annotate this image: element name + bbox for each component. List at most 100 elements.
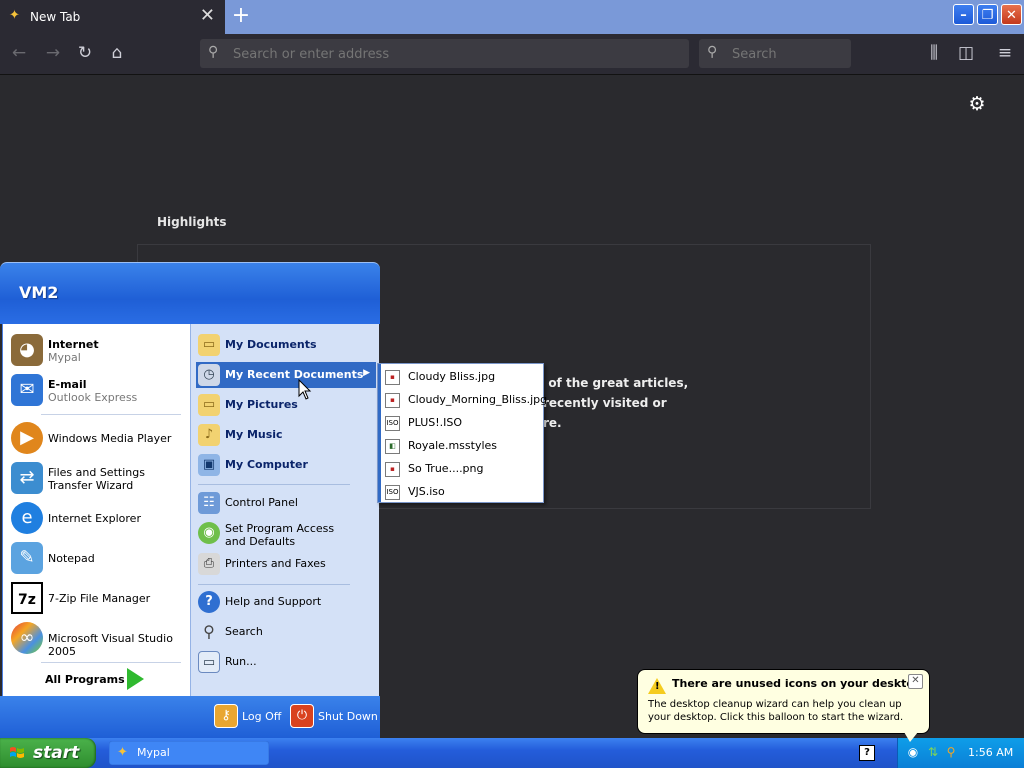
start-item-control-panel[interactable]: ☷ Control Panel xyxy=(196,490,376,516)
search-icon: ⚲ xyxy=(208,44,219,60)
search-bar[interactable]: ⚲ xyxy=(699,39,851,68)
cleanup-tray-icon[interactable]: ◉ xyxy=(906,745,920,759)
start-item-help-support[interactable]: ? Help and Support xyxy=(196,589,376,615)
shut-down-button[interactable]: ⏻ Shut Down xyxy=(290,704,378,730)
submenu-arrow-icon: ▶ xyxy=(363,368,370,378)
restore-button[interactable]: ❐ xyxy=(977,4,998,25)
close-window-button[interactable]: ✕ xyxy=(1001,4,1022,25)
reload-icon[interactable]: ↻ xyxy=(75,43,95,63)
start-item-label: My Music xyxy=(225,428,283,441)
start-item-my-documents[interactable]: ▭ My Documents xyxy=(196,332,376,358)
menu-icon[interactable]: ≡ xyxy=(995,43,1015,63)
start-item-label: Internet xyxy=(48,338,99,351)
notification-balloon[interactable]: ! There are unused icons on your desktop… xyxy=(637,669,930,742)
recent-documents-menu: ▪ Cloudy Bliss.jpg ▪ Cloudy_Morning_Blis… xyxy=(377,363,547,503)
start-item-my-pictures[interactable]: ▭ My Pictures xyxy=(196,392,376,418)
forward-icon[interactable]: → xyxy=(43,43,63,63)
music-folder-icon: ♪ xyxy=(198,424,220,446)
minimize-button[interactable]: – xyxy=(953,4,974,25)
iso-file-icon: ISO xyxy=(385,485,400,500)
gear-icon[interactable]: ⚙ xyxy=(967,94,987,114)
start-label: start xyxy=(33,743,80,763)
start-item-label: Internet Explorer xyxy=(48,512,141,525)
back-icon[interactable]: ← xyxy=(9,43,29,63)
start-item-label: Printers and Faxes xyxy=(225,557,326,570)
start-button[interactable]: start xyxy=(0,738,96,768)
tab-new-tab[interactable]: ✦ New Tab ✕ xyxy=(0,0,225,34)
recent-doc-name: Cloudy Bliss.jpg xyxy=(408,370,496,383)
start-item-printers[interactable]: ⎙ Printers and Faxes xyxy=(196,551,376,577)
recent-doc-item[interactable]: ◧ Royale.msstyles xyxy=(385,434,540,457)
start-item-7zip[interactable]: 7z 7-Zip File Manager xyxy=(9,582,189,616)
recent-doc-item[interactable]: ▪ So True....png xyxy=(385,457,540,480)
library-icon[interactable]: ⫼ xyxy=(924,43,944,63)
new-tab-button[interactable]: + xyxy=(230,5,252,27)
7zip-icon: 7z xyxy=(11,582,43,614)
network-tray-icon[interactable]: ⇅ xyxy=(926,745,940,759)
recent-doc-item[interactable]: ISO PLUS!.ISO xyxy=(385,411,540,434)
taskbar-item-mypal[interactable]: ✦ Mypal xyxy=(109,741,269,765)
start-item-run[interactable]: ▭ Run... xyxy=(196,649,376,675)
iso-file-icon: ISO xyxy=(385,416,400,431)
program-access-icon: ◉ xyxy=(198,522,220,544)
balloon-body: The desktop cleanup wizard can help you … xyxy=(648,699,904,723)
highlights-empty-text: re. xyxy=(543,416,562,430)
log-off-button[interactable]: ⚷ Log Off xyxy=(214,704,284,730)
mouse-cursor-icon xyxy=(298,379,312,400)
start-item-visual-studio[interactable]: ∞ Microsoft Visual Studio 2005 xyxy=(9,622,189,658)
email-icon: ✉ xyxy=(11,374,43,406)
start-item-search[interactable]: ⚲ Search xyxy=(196,619,376,645)
search-icon: ⚲ xyxy=(203,622,215,641)
recent-doc-name: Royale.msstyles xyxy=(408,439,498,452)
start-menu-left-pane: ◕ Internet Mypal ✉ E-mail Outlook Expres… xyxy=(2,324,191,696)
balloon-close-icon[interactable]: ✕ xyxy=(908,674,923,689)
all-programs-arrow-icon[interactable] xyxy=(127,668,144,690)
search-tray-icon[interactable]: ⚲ xyxy=(944,745,958,759)
recent-documents-icon: ◷ xyxy=(198,364,220,386)
recent-doc-item[interactable]: ISO VJS.iso xyxy=(385,480,540,503)
tab-close-icon[interactable]: ✕ xyxy=(200,7,215,25)
start-item-my-music[interactable]: ♪ My Music xyxy=(196,422,376,448)
start-item-label: Run... xyxy=(225,655,257,668)
computer-icon: ▣ xyxy=(198,454,220,476)
address-bar[interactable]: ⚲ xyxy=(200,39,689,68)
start-item-transfer-wizard[interactable]: ⇄ Files and Settings Transfer Wizard xyxy=(9,462,189,496)
start-item-label: Microsoft Visual Studio 2005 xyxy=(48,632,173,658)
power-icon: ⏻ xyxy=(290,704,314,728)
highlights-title: Highlights xyxy=(157,215,227,229)
start-item-notepad[interactable]: ✎ Notepad xyxy=(9,542,189,576)
start-item-label: Set Program Access and Defaults xyxy=(225,522,335,548)
start-item-my-computer[interactable]: ▣ My Computer xyxy=(196,452,376,478)
start-item-media-player[interactable]: ▶ Windows Media Player xyxy=(9,422,189,456)
ie-icon: e xyxy=(11,502,43,534)
balloon-title: There are unused icons on your desktop xyxy=(672,677,922,690)
recent-doc-item[interactable]: ▪ Cloudy_Morning_Bliss.jpg xyxy=(385,388,547,411)
printer-icon: ⎙ xyxy=(198,553,220,575)
start-item-label: My Recent Documents xyxy=(225,368,364,381)
help-tray-icon[interactable]: ? xyxy=(859,745,875,761)
start-item-label: Help and Support xyxy=(225,595,322,608)
menu-strip xyxy=(378,364,381,502)
start-item-label: Control Panel xyxy=(225,496,298,509)
search-icon: ⚲ xyxy=(707,44,718,60)
start-item-label: My Documents xyxy=(225,338,317,351)
home-icon[interactable]: ⌂ xyxy=(107,43,127,63)
search-input[interactable] xyxy=(730,44,844,64)
address-input[interactable] xyxy=(231,44,675,64)
start-item-email[interactable]: ✉ E-mail Outlook Express xyxy=(9,374,189,408)
start-item-sublabel: Outlook Express xyxy=(48,391,138,404)
pictures-folder-icon: ▭ xyxy=(198,394,220,416)
separator xyxy=(41,662,181,663)
theme-file-icon: ◧ xyxy=(385,439,400,454)
sidebar-icon[interactable]: ◫ xyxy=(956,43,976,63)
start-item-label: Windows Media Player xyxy=(48,432,172,445)
recent-doc-item[interactable]: ▪ Cloudy Bliss.jpg xyxy=(385,365,540,388)
all-programs-button[interactable]: All Programs xyxy=(45,673,125,686)
recent-doc-name: VJS.iso xyxy=(408,485,445,498)
start-item-my-recent-documents[interactable]: ◷ My Recent Documents ▶ xyxy=(196,362,376,388)
start-item-internet[interactable]: ◕ Internet Mypal xyxy=(9,334,189,368)
start-item-internet-explorer[interactable]: e Internet Explorer xyxy=(9,502,189,536)
start-item-program-access[interactable]: ◉ Set Program Access and Defaults xyxy=(196,520,376,550)
balloon-tail xyxy=(904,732,918,742)
visual-studio-icon: ∞ xyxy=(11,622,43,654)
